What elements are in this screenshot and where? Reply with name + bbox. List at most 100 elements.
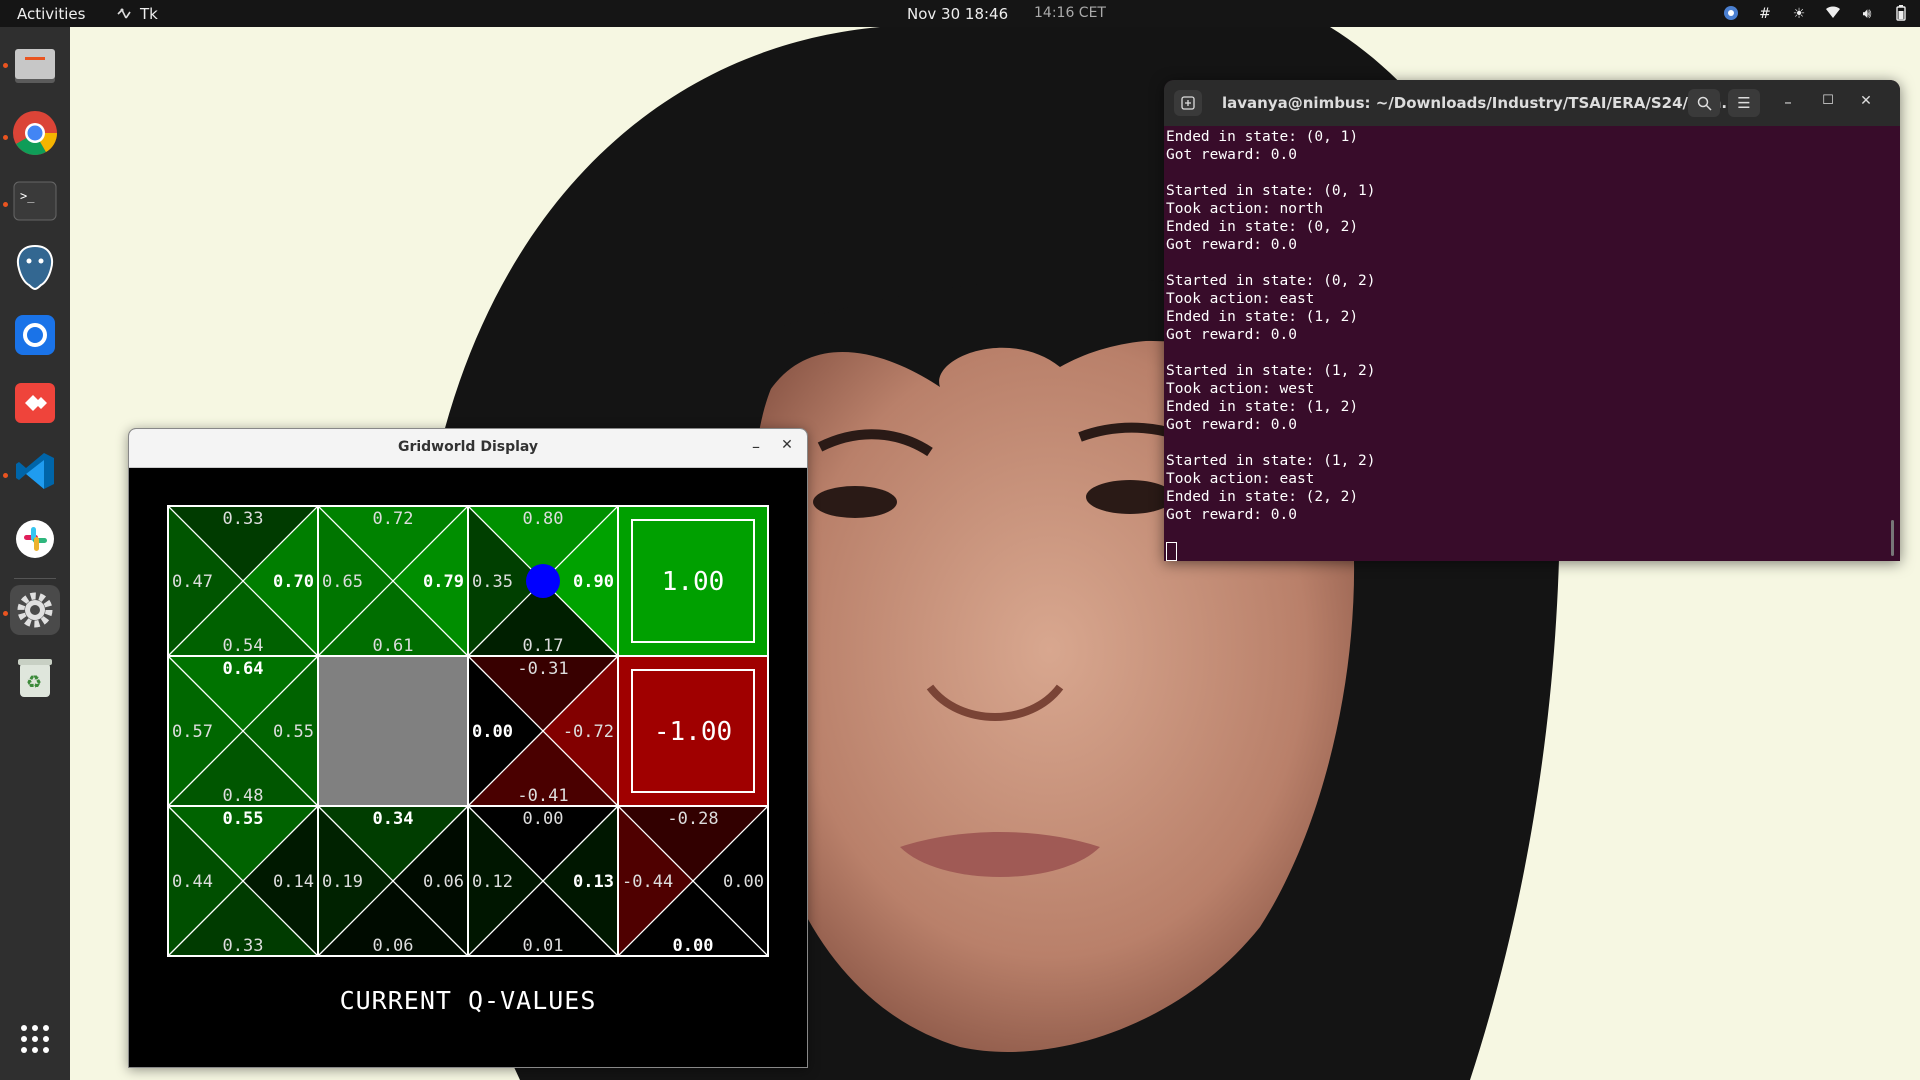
maximize-button[interactable]: ☐ — [1818, 93, 1838, 108]
minimize-button[interactable]: – — [1778, 93, 1798, 111]
slack-icon[interactable] — [10, 514, 60, 564]
anydesk-icon[interactable] — [10, 378, 60, 428]
q-value-east: 0.14 — [273, 872, 314, 892]
gridworld-titlebar[interactable]: Gridworld Display – ✕ — [129, 429, 807, 468]
terminal-line: Started in state: (1, 2) — [1166, 453, 1376, 469]
q-value-west: 0.19 — [322, 872, 363, 892]
q-value-west: 0.57 — [172, 722, 213, 742]
terminal-line: Ended in state: (1, 2) — [1166, 399, 1359, 415]
system-tray[interactable]: # ☀ 🔊︎ — [1722, 5, 1910, 23]
gridworld-window[interactable]: Gridworld Display – ✕ 0.33 0.54 0.47 0.70 0.… — [128, 428, 808, 1068]
search-icon — [1697, 96, 1712, 111]
terminal-line: Got reward: 0.0 — [1166, 417, 1297, 433]
running-indicator — [3, 611, 8, 616]
gridworld-canvas[interactable]: 0.33 0.54 0.47 0.70 0.72 0.61 0.65 0.79 0.80 0.17… — [129, 468, 807, 1067]
q-value-west: 0.65 — [322, 572, 363, 592]
wifi-icon[interactable] — [1824, 5, 1842, 23]
dock: >_ ♻ — [0, 27, 70, 1080]
q-value-west: 0.44 — [172, 872, 213, 892]
vscode-icon[interactable] — [10, 446, 60, 496]
show-apps-icon[interactable] — [10, 1014, 60, 1064]
volume-icon[interactable]: 🔊︎ — [1858, 5, 1876, 23]
q-value-south: 0.48 — [223, 786, 264, 806]
terminal-window[interactable]: lavanya@nimbus: ~/Downloads/Industry/TSA… — [1164, 80, 1900, 561]
terminal-prompt[interactable] — [1166, 542, 1886, 561]
terminal-line: Ended in state: (0, 1) — [1166, 129, 1359, 145]
running-indicator — [3, 202, 8, 207]
text-cursor — [1166, 542, 1177, 561]
chrome-icon[interactable] — [10, 108, 60, 158]
world-clock: 14:16 CET — [1034, 5, 1106, 21]
new-tab-button[interactable] — [1174, 90, 1202, 116]
hamburger-icon: ☰ — [1737, 94, 1751, 112]
terminal-line: Started in state: (0, 2) — [1166, 273, 1376, 289]
scrollbar[interactable] — [1891, 520, 1894, 556]
q-value-south: 0.54 — [223, 636, 264, 656]
settings-icon[interactable] — [10, 585, 60, 635]
app-icon[interactable] — [10, 310, 60, 360]
running-indicator — [3, 135, 8, 140]
close-button[interactable]: ✕ — [1856, 93, 1876, 109]
q-value-east: 0.06 — [423, 872, 464, 892]
clock[interactable]: Nov 30 18:46 — [907, 5, 1008, 23]
new-tab-icon — [1181, 96, 1195, 110]
q-value-north: 0.72 — [373, 509, 414, 529]
q-value-west: 0.12 — [472, 872, 513, 892]
q-value-south: -0.41 — [517, 786, 568, 806]
postgres-icon[interactable] — [10, 242, 60, 292]
q-value-east: 0.55 — [273, 722, 314, 742]
terminal-icon[interactable]: >_ — [10, 176, 60, 226]
q-value-east: 0.70 — [273, 572, 314, 592]
q-value-east: 0.13 — [573, 872, 614, 892]
running-indicator — [3, 473, 8, 478]
search-button[interactable] — [1688, 89, 1720, 117]
terminal-line: Started in state: (1, 2) — [1166, 363, 1376, 379]
q-value-south: 0.17 — [523, 636, 564, 656]
terminal-line: Ended in state: (2, 2) — [1166, 489, 1359, 505]
files-icon[interactable] — [10, 40, 60, 90]
svg-text:>_: >_ — [20, 189, 35, 203]
terminal-line: Took action: north — [1166, 201, 1324, 217]
app-menu[interactable]: Tk — [116, 5, 158, 23]
q-value-north: 0.80 — [523, 509, 564, 529]
terminal-output[interactable]: Ended in state: (0, 1) Got reward: 0.0 St… — [1166, 128, 1886, 561]
brightness-icon[interactable]: ☀ — [1790, 5, 1808, 23]
q-value-east: 0.90 — [573, 572, 614, 592]
wall-cell — [317, 655, 469, 807]
q-value-north: 0.64 — [223, 659, 264, 679]
q-value-west: 0.47 — [172, 572, 213, 592]
close-button[interactable]: ✕ — [777, 437, 797, 453]
terminal-line: Got reward: 0.0 — [1166, 147, 1297, 163]
q-value-south: 0.00 — [673, 936, 714, 956]
menu-button[interactable]: ☰ — [1728, 89, 1760, 117]
activities-button[interactable]: Activities — [17, 5, 85, 23]
q-value-north: 0.33 — [223, 509, 264, 529]
terminal-line: Got reward: 0.0 — [1166, 237, 1297, 253]
terminal-line: Took action: east — [1166, 291, 1315, 307]
q-value-south: 0.01 — [523, 936, 564, 956]
q-value-north: 0.34 — [373, 809, 414, 829]
q-value-south: 0.06 — [373, 936, 414, 956]
trash-icon[interactable]: ♻ — [10, 653, 60, 703]
q-value-north: 0.55 — [223, 809, 264, 829]
q-value-north: -0.28 — [667, 809, 718, 829]
minimize-button[interactable]: – — [746, 437, 766, 456]
terminal-line: Took action: west — [1166, 381, 1315, 397]
slack-tray-icon[interactable]: # — [1756, 5, 1774, 23]
terminal-line: Got reward: 0.0 — [1166, 507, 1297, 523]
gridworld-caption: CURRENT Q-VALUES — [339, 986, 597, 1015]
battery-icon[interactable] — [1892, 5, 1910, 23]
terminal-line: Started in state: (0, 1) — [1166, 183, 1376, 199]
q-value-west: 0.35 — [472, 572, 513, 592]
terminal-headerbar[interactable]: lavanya@nimbus: ~/Downloads/Industry/TSA… — [1164, 80, 1900, 126]
q-value-east: 0.79 — [423, 572, 464, 592]
app-name: Tk — [140, 5, 158, 23]
dock-separator — [14, 578, 56, 579]
tk-app-icon — [117, 8, 131, 19]
app-indicator-icon[interactable] — [1722, 5, 1740, 23]
q-value-east: -0.72 — [563, 722, 614, 742]
